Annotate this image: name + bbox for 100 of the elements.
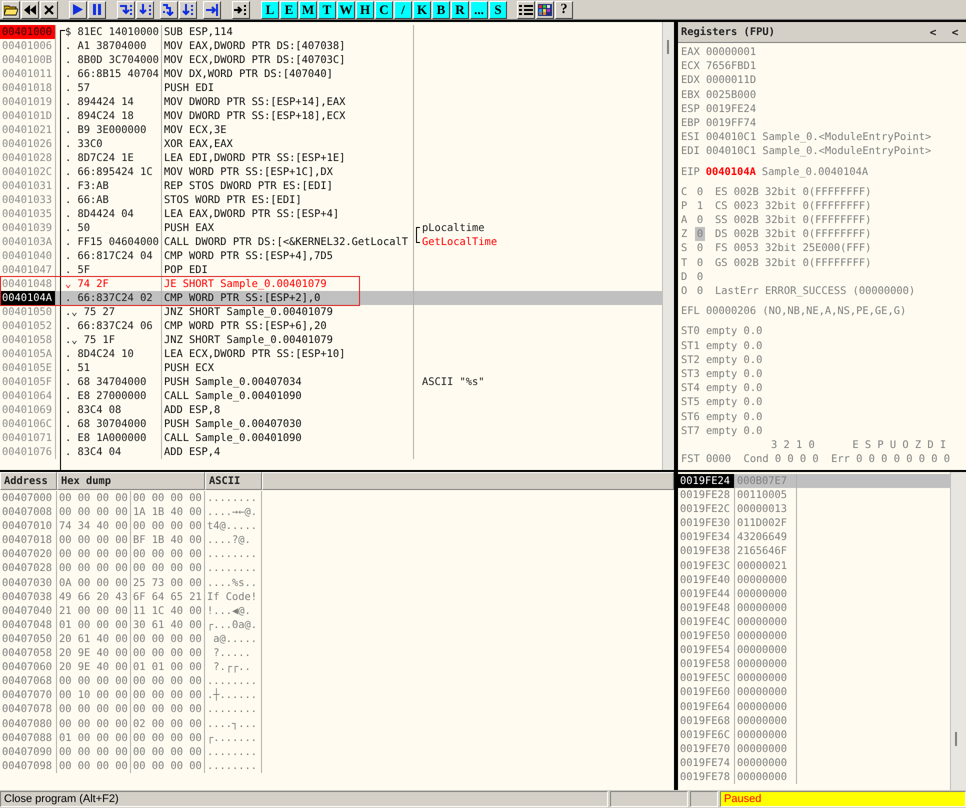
window-button[interactable]: L <box>261 0 279 18</box>
window-button[interactable]: H <box>356 0 374 18</box>
scrollbar[interactable] <box>662 22 674 470</box>
window-button[interactable]: C <box>375 0 393 18</box>
address-cell: 0040105A <box>0 347 56 361</box>
colors-button[interactable] <box>536 0 554 18</box>
window-button[interactable]: T <box>318 0 336 18</box>
step-into-button[interactable] <box>117 0 135 18</box>
window-button[interactable]: E <box>280 0 298 18</box>
hex-cell: 00 00 00 00 <box>57 674 131 688</box>
hex-cell: 00 00 00 00 <box>131 758 205 773</box>
switch-button[interactable]: < <box>922 23 944 41</box>
value-cell: 00000000 <box>735 629 797 644</box>
hex-cell: 30 61 40 00 <box>131 618 205 632</box>
restart-button[interactable] <box>21 0 39 18</box>
address-cell: 00407040 <box>0 604 57 618</box>
value-cell: 000B07E7 <box>735 474 797 488</box>
instruction-cell: JNZ SHORT Sample_0.00401079 <box>162 333 414 347</box>
flag-value[interactable]: 0 <box>695 256 705 270</box>
hex-cell: 00 00 00 00 <box>131 744 205 759</box>
ascii-cell: !...◀@. <box>205 604 262 618</box>
value-cell: 2165646F <box>735 544 797 559</box>
address-cell: 0019FE58 <box>678 657 735 672</box>
address-cell: 00401011 <box>0 67 56 81</box>
opcode-cell: . 894424 14 <box>56 95 162 109</box>
window-button[interactable]: B <box>432 0 450 18</box>
address-cell: 00401040 <box>0 249 56 263</box>
status-state: Paused <box>720 791 966 807</box>
trace-over-icon <box>181 4 195 16</box>
hex-cell: 00 00 00 00 <box>131 547 205 562</box>
flag-value[interactable]: 0 <box>695 213 705 228</box>
ascii-cell: ........ <box>205 674 262 688</box>
column-header[interactable]: Address <box>0 472 57 490</box>
scrollbar[interactable] <box>950 472 966 790</box>
instruction-cell: PUSH Sample_0.00407034 <box>162 375 414 389</box>
window-button[interactable]: W <box>337 0 355 18</box>
window-button[interactable]: M <box>299 0 317 18</box>
opcode-cell: . E8 1A000000 <box>56 431 162 445</box>
column-header[interactable]: Hex dump <box>57 472 205 490</box>
flag-value[interactable]: 0 <box>695 284 705 298</box>
address-cell: 0019FE70 <box>678 742 735 756</box>
list-icon <box>519 4 533 16</box>
step-over-button[interactable] <box>136 0 154 18</box>
close-button[interactable] <box>40 0 58 18</box>
flag-value[interactable]: 1 <box>695 198 705 214</box>
hex-cell: 00 00 00 00 <box>131 519 205 534</box>
address-cell: 00401006 <box>0 39 56 53</box>
switch-button[interactable]: < <box>944 23 966 41</box>
instruction-cell: LEA EDI,DWORD PTR SS:[ESP+1E] <box>162 151 414 165</box>
instruction-cell: LEA ECX,DWORD PTR SS:[ESP+10] <box>162 347 414 361</box>
register-line: ST0 empty 0.0 <box>681 324 762 339</box>
hex-cell: 00 00 00 00 <box>57 716 131 731</box>
flag-value[interactable]: 0 <box>695 184 705 199</box>
trace-over-button[interactable] <box>179 0 197 18</box>
opcode-cell: . 66:AB <box>56 193 162 207</box>
window-button[interactable]: ... <box>470 0 488 18</box>
hex-cell: 01 00 00 00 <box>57 730 131 745</box>
address-cell: 0019FE34 <box>678 530 735 544</box>
trace-into-button[interactable] <box>160 0 178 18</box>
instruction-cell: CALL Sample_0.00401090 <box>162 431 414 445</box>
selected-row[interactable]: 0019FE24 000B07E7 <box>678 474 950 488</box>
register-line: ECX 7656FBD1 <box>681 59 756 74</box>
arrow-dots-icon <box>234 4 248 16</box>
address-cell: 0019FE68 <box>678 714 735 728</box>
hex-cell: BF 1B 40 00 <box>131 533 205 548</box>
instruction-cell: PUSH Sample_0.00407030 <box>162 417 414 431</box>
hex-cell: 00 00 00 00 <box>131 702 205 716</box>
window-button[interactable]: K <box>413 0 431 18</box>
open-button[interactable] <box>2 0 20 18</box>
flag-value[interactable]: 0 <box>695 241 705 256</box>
help-button[interactable]: ? <box>555 0 573 18</box>
return-button[interactable] <box>203 0 221 18</box>
register-line: EFL 00000206 (NO,NB,NE,A,NS,PE,GE,G) <box>681 304 906 318</box>
list-button[interactable] <box>517 0 535 18</box>
ascii-cell: ┌...0a@. <box>205 618 262 632</box>
run-button[interactable] <box>69 0 87 18</box>
value-cell: 00000013 <box>735 502 797 516</box>
hex-cell: 00 00 00 00 <box>57 533 131 548</box>
pause-button[interactable] <box>88 0 106 18</box>
selected-row[interactable]: 0040104A . 66:837C24 02 CMP WORD PTR SS:[ESP+2],0 <box>0 291 662 305</box>
column-header[interactable]: ASCII <box>205 472 262 490</box>
value-cell: 00000000 <box>735 685 797 700</box>
window-button[interactable]: / <box>394 0 412 18</box>
address-cell: 0019FE2C <box>678 502 735 516</box>
ascii-cell: ....┐... <box>205 716 262 731</box>
window-button[interactable]: S <box>489 0 507 18</box>
hex-cell: 00 00 00 00 <box>57 702 131 716</box>
flag-value[interactable]: 0 <box>695 270 705 284</box>
value-cell: 00000000 <box>735 700 797 714</box>
register-name: EIP <box>681 164 700 179</box>
hex-cell: 00 00 00 00 <box>131 561 205 576</box>
opcode-cell: $ 81EC 14010000 <box>56 25 162 39</box>
register-line: ST7 empty 0.0 <box>681 424 762 438</box>
opcode-cell: . 68 34704000 <box>56 375 162 389</box>
address-cell: 0040105F <box>0 375 56 389</box>
go-to-button[interactable] <box>232 0 250 18</box>
flag-name: T <box>681 256 688 270</box>
address-cell: 00407030 <box>0 576 57 590</box>
address-cell: 00407080 <box>0 716 57 731</box>
window-button[interactable]: R <box>451 0 469 18</box>
